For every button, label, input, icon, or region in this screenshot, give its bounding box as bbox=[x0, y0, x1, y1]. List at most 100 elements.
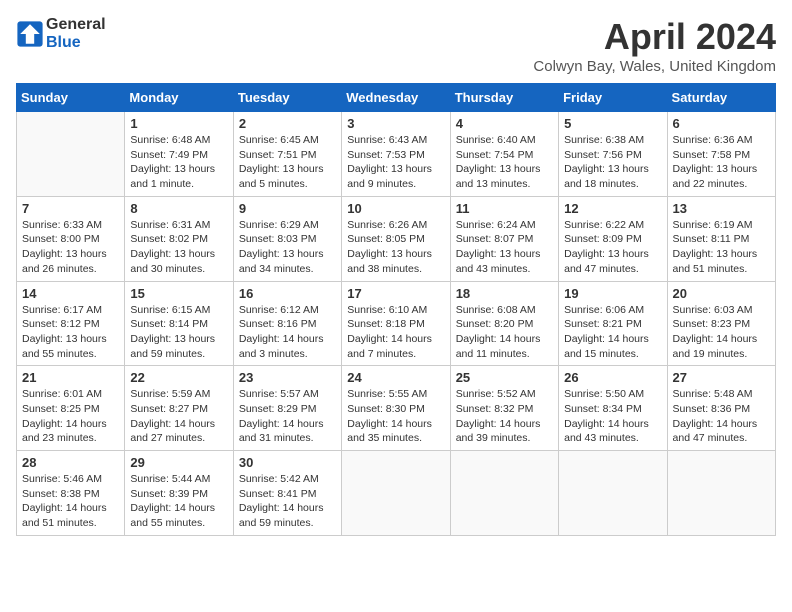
day-number: 8 bbox=[130, 201, 227, 216]
day-info: Sunrise: 5:59 AMSunset: 8:27 PMDaylight:… bbox=[130, 387, 227, 446]
calendar-week-3: 14Sunrise: 6:17 AMSunset: 8:12 PMDayligh… bbox=[17, 281, 776, 366]
day-number: 9 bbox=[239, 201, 336, 216]
calendar-cell: 12 Sunrise: 6:22 AMSunset: 8:09 PMDayligh… bbox=[559, 196, 667, 281]
calendar-cell bbox=[342, 451, 450, 536]
day-info: Sunrise: 5:48 AMSunset: 8:36 PMDaylight:… bbox=[673, 387, 770, 446]
calendar-cell: 6 Sunrise: 6:36 AMSunset: 7:58 PMDaylight… bbox=[667, 112, 775, 197]
calendar-cell: 21 Sunrise: 6:01 AMSunset: 8:25 PMDayligh… bbox=[17, 366, 125, 451]
logo-icon bbox=[16, 20, 44, 48]
calendar-cell: 29Sunrise: 5:44 AMSunset: 8:39 PMDayligh… bbox=[125, 451, 233, 536]
day-number: 3 bbox=[347, 116, 444, 131]
calendar-cell: 8 Sunrise: 6:31 AMSunset: 8:02 PMDaylight… bbox=[125, 196, 233, 281]
day-info: Sunrise: 5:44 AMSunset: 8:39 PMDaylight:… bbox=[130, 472, 227, 531]
day-info: Sunrise: 5:55 AMSunset: 8:30 PMDaylight:… bbox=[347, 387, 444, 446]
day-number: 23 bbox=[239, 370, 336, 385]
day-number: 14 bbox=[22, 286, 119, 301]
day-info: Sunrise: 6:38 AMSunset: 7:56 PMDaylight:… bbox=[564, 133, 661, 192]
day-info: Sunrise: 6:01 AMSunset: 8:25 PMDaylight:… bbox=[22, 387, 119, 446]
day-info: Sunrise: 6:33 AMSunset: 8:00 PMDaylight:… bbox=[22, 218, 119, 277]
calendar-cell: 18 Sunrise: 6:08 AMSunset: 8:20 PMDayligh… bbox=[450, 281, 558, 366]
day-number: 15 bbox=[130, 286, 227, 301]
day-info: Sunrise: 6:48 AMSunset: 7:49 PMDaylight:… bbox=[130, 133, 227, 192]
day-header-tuesday: Tuesday bbox=[233, 84, 341, 112]
header-row: SundayMondayTuesdayWednesdayThursdayFrid… bbox=[17, 84, 776, 112]
day-number: 5 bbox=[564, 116, 661, 131]
calendar-cell: 4 Sunrise: 6:40 AMSunset: 7:54 PMDaylight… bbox=[450, 112, 558, 197]
day-info: Sunrise: 6:45 AMSunset: 7:51 PMDaylight:… bbox=[239, 133, 336, 192]
calendar-cell: 1 Sunrise: 6:48 AMSunset: 7:49 PMDaylight… bbox=[125, 112, 233, 197]
logo-text-general: General bbox=[46, 16, 106, 33]
calendar-cell: 23Sunrise: 5:57 AMSunset: 8:29 PMDayligh… bbox=[233, 366, 341, 451]
calendar-cell: 17Sunrise: 6:10 AMSunset: 8:18 PMDayligh… bbox=[342, 281, 450, 366]
calendar-week-2: 7 Sunrise: 6:33 AMSunset: 8:00 PMDaylight… bbox=[17, 196, 776, 281]
day-header-sunday: Sunday bbox=[17, 84, 125, 112]
day-header-saturday: Saturday bbox=[667, 84, 775, 112]
day-number: 1 bbox=[130, 116, 227, 131]
day-number: 19 bbox=[564, 286, 661, 301]
day-number: 10 bbox=[347, 201, 444, 216]
day-number: 21 bbox=[22, 370, 119, 385]
day-number: 18 bbox=[456, 286, 553, 301]
calendar-cell: 26 Sunrise: 5:50 AMSunset: 8:34 PMDayligh… bbox=[559, 366, 667, 451]
calendar-cell: 22 Sunrise: 5:59 AMSunset: 8:27 PMDayligh… bbox=[125, 366, 233, 451]
day-number: 25 bbox=[456, 370, 553, 385]
calendar-cell: 24 Sunrise: 5:55 AMSunset: 8:30 PMDayligh… bbox=[342, 366, 450, 451]
day-number: 16 bbox=[239, 286, 336, 301]
calendar-cell: 27 Sunrise: 5:48 AMSunset: 8:36 PMDayligh… bbox=[667, 366, 775, 451]
day-info: Sunrise: 6:15 AMSunset: 8:14 PMDaylight:… bbox=[130, 303, 227, 362]
day-info: Sunrise: 6:31 AMSunset: 8:02 PMDaylight:… bbox=[130, 218, 227, 277]
day-info: Sunrise: 5:42 AMSunset: 8:41 PMDaylight:… bbox=[239, 472, 336, 531]
calendar-cell: 2 Sunrise: 6:45 AMSunset: 7:51 PMDaylight… bbox=[233, 112, 341, 197]
day-info: Sunrise: 6:36 AMSunset: 7:58 PMDaylight:… bbox=[673, 133, 770, 192]
calendar-week-4: 21 Sunrise: 6:01 AMSunset: 8:25 PMDayligh… bbox=[17, 366, 776, 451]
calendar-cell: 10 Sunrise: 6:26 AMSunset: 8:05 PMDayligh… bbox=[342, 196, 450, 281]
day-info: Sunrise: 5:50 AMSunset: 8:34 PMDaylight:… bbox=[564, 387, 661, 446]
calendar-cell: 19Sunrise: 6:06 AMSunset: 8:21 PMDayligh… bbox=[559, 281, 667, 366]
logo: General Blue bbox=[16, 16, 106, 52]
calendar-cell bbox=[450, 451, 558, 536]
day-info: Sunrise: 6:19 AMSunset: 8:11 PMDaylight:… bbox=[673, 218, 770, 277]
day-number: 22 bbox=[130, 370, 227, 385]
day-header-wednesday: Wednesday bbox=[342, 84, 450, 112]
day-info: Sunrise: 6:24 AMSunset: 8:07 PMDaylight:… bbox=[456, 218, 553, 277]
day-info: Sunrise: 6:26 AMSunset: 8:05 PMDaylight:… bbox=[347, 218, 444, 277]
calendar-week-1: 1 Sunrise: 6:48 AMSunset: 7:49 PMDaylight… bbox=[17, 112, 776, 197]
calendar-cell: 28Sunrise: 5:46 AMSunset: 8:38 PMDayligh… bbox=[17, 451, 125, 536]
day-number: 11 bbox=[456, 201, 553, 216]
title-block: April 2024 Colwyn Bay, Wales, United Kin… bbox=[533, 16, 776, 75]
calendar-cell: 9 Sunrise: 6:29 AMSunset: 8:03 PMDaylight… bbox=[233, 196, 341, 281]
calendar-cell: 3 Sunrise: 6:43 AMSunset: 7:53 PMDaylight… bbox=[342, 112, 450, 197]
calendar-subtitle: Colwyn Bay, Wales, United Kingdom bbox=[533, 58, 776, 75]
calendar-cell: 25Sunrise: 5:52 AMSunset: 8:32 PMDayligh… bbox=[450, 366, 558, 451]
day-number: 24 bbox=[347, 370, 444, 385]
day-number: 27 bbox=[673, 370, 770, 385]
day-info: Sunrise: 6:43 AMSunset: 7:53 PMDaylight:… bbox=[347, 133, 444, 192]
calendar-cell: 20Sunrise: 6:03 AMSunset: 8:23 PMDayligh… bbox=[667, 281, 775, 366]
logo-text-blue: Blue bbox=[46, 34, 81, 51]
calendar-cell bbox=[667, 451, 775, 536]
day-number: 26 bbox=[564, 370, 661, 385]
day-info: Sunrise: 6:10 AMSunset: 8:18 PMDaylight:… bbox=[347, 303, 444, 362]
calendar-cell: 7 Sunrise: 6:33 AMSunset: 8:00 PMDaylight… bbox=[17, 196, 125, 281]
day-number: 7 bbox=[22, 201, 119, 216]
day-header-friday: Friday bbox=[559, 84, 667, 112]
calendar-cell: 30 Sunrise: 5:42 AMSunset: 8:41 PMDayligh… bbox=[233, 451, 341, 536]
day-info: Sunrise: 6:03 AMSunset: 8:23 PMDaylight:… bbox=[673, 303, 770, 362]
day-number: 12 bbox=[564, 201, 661, 216]
day-number: 2 bbox=[239, 116, 336, 131]
day-info: Sunrise: 6:12 AMSunset: 8:16 PMDaylight:… bbox=[239, 303, 336, 362]
day-number: 6 bbox=[673, 116, 770, 131]
calendar-title: April 2024 bbox=[533, 16, 776, 58]
day-info: Sunrise: 6:22 AMSunset: 8:09 PMDaylight:… bbox=[564, 218, 661, 277]
day-info: Sunrise: 5:46 AMSunset: 8:38 PMDaylight:… bbox=[22, 472, 119, 531]
day-number: 30 bbox=[239, 455, 336, 470]
day-info: Sunrise: 6:29 AMSunset: 8:03 PMDaylight:… bbox=[239, 218, 336, 277]
day-info: Sunrise: 6:40 AMSunset: 7:54 PMDaylight:… bbox=[456, 133, 553, 192]
day-info: Sunrise: 6:08 AMSunset: 8:20 PMDaylight:… bbox=[456, 303, 553, 362]
calendar-week-5: 28Sunrise: 5:46 AMSunset: 8:38 PMDayligh… bbox=[17, 451, 776, 536]
calendar-cell: 11 Sunrise: 6:24 AMSunset: 8:07 PMDayligh… bbox=[450, 196, 558, 281]
day-header-thursday: Thursday bbox=[450, 84, 558, 112]
calendar-cell: 14Sunrise: 6:17 AMSunset: 8:12 PMDayligh… bbox=[17, 281, 125, 366]
day-header-monday: Monday bbox=[125, 84, 233, 112]
day-number: 4 bbox=[456, 116, 553, 131]
